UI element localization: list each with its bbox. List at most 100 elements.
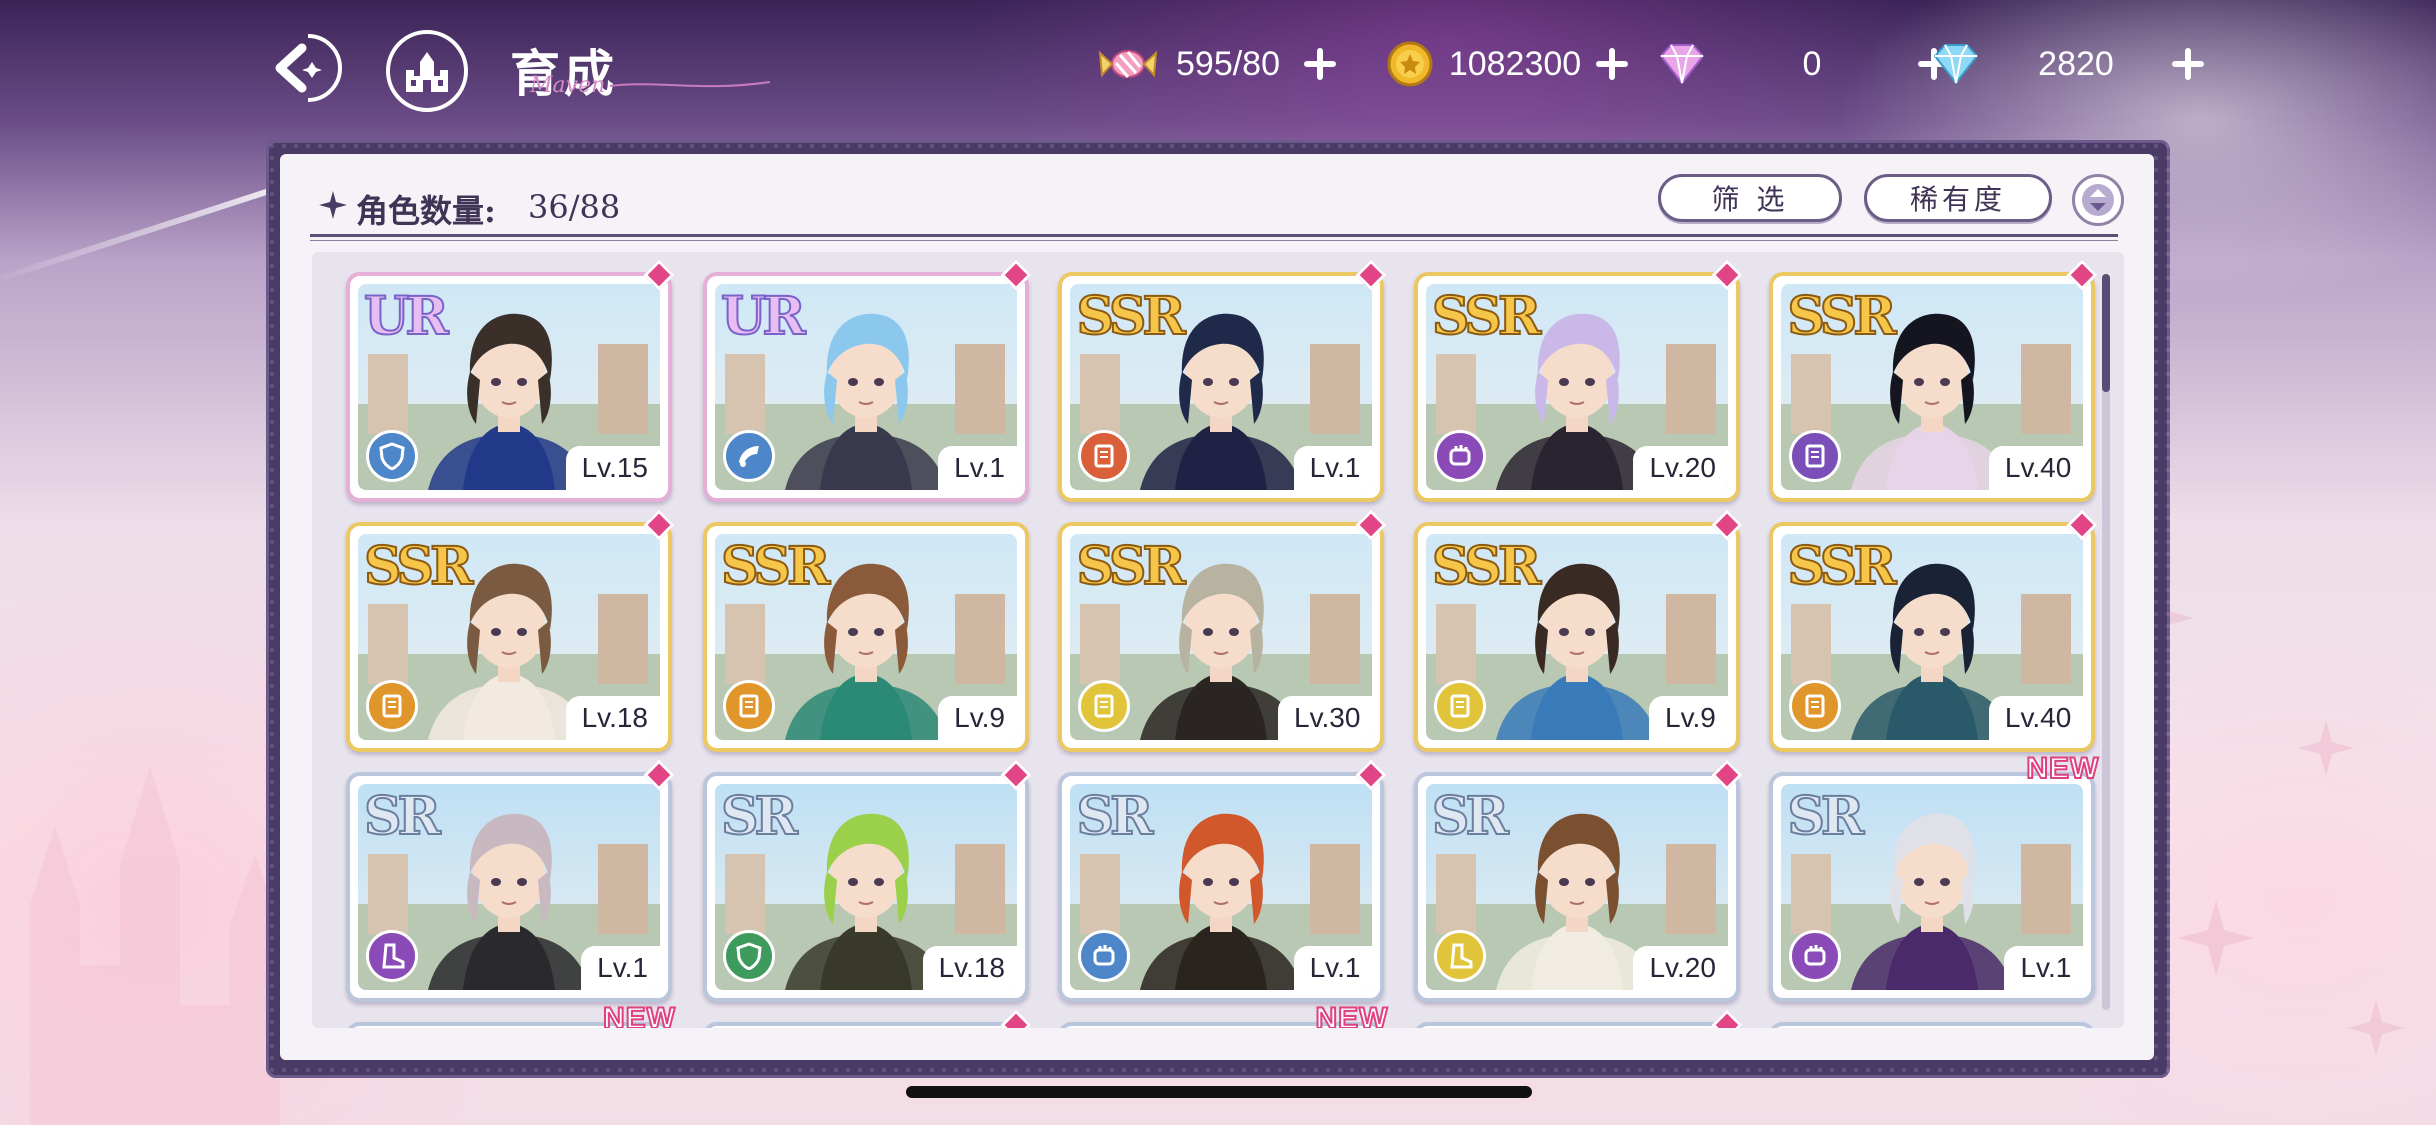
character-card[interactable]: SR Lv.1	[1058, 759, 1387, 1002]
rarity-label: SSR	[1075, 285, 1186, 348]
rarity-label: SR	[363, 785, 442, 848]
fist-type-icon	[1789, 930, 1842, 982]
character-card-partial[interactable]	[703, 1009, 1032, 1028]
resource-value: 1082300	[1448, 44, 1582, 83]
plus-icon	[1596, 48, 1628, 80]
rarity-label: UR	[720, 285, 807, 348]
new-badge: NEW	[602, 1001, 676, 1028]
level-label: Lv.1	[2004, 946, 2084, 990]
home-button[interactable]	[386, 30, 468, 112]
add-blue-gem-button[interactable]	[2166, 42, 2210, 86]
plus-icon	[2172, 48, 2204, 80]
level-label: Lv.20	[1633, 946, 1728, 990]
svg-text:Maven: Maven	[529, 73, 605, 98]
character-count-label: 角色数量:	[356, 192, 496, 230]
character-card[interactable]: SSR Lv.18	[346, 509, 675, 752]
character-card[interactable]: SR Lv.18	[703, 759, 1032, 1002]
rarity-label: SR	[1431, 785, 1510, 848]
scrollbar-thumb[interactable]	[2102, 274, 2110, 392]
rarity-label: SSR	[1786, 535, 1897, 598]
book-type-icon	[723, 680, 775, 732]
level-label: Lv.18	[922, 946, 1017, 990]
rarity-label: SSR	[1431, 535, 1542, 598]
boot-type-icon	[1433, 930, 1486, 982]
sort-rarity-button[interactable]: 稀有度	[1864, 174, 2052, 222]
character-card[interactable]: SR Lv.1	[346, 759, 675, 1002]
character-card[interactable]: SSR Lv.9	[703, 522, 1029, 752]
character-card[interactable]: SSR Lv.9	[1413, 509, 1743, 752]
add-candy-button[interactable]	[1298, 42, 1342, 86]
level-label: Lv.9	[1649, 696, 1728, 740]
rarity-label: UR	[363, 285, 450, 348]
star-icon	[319, 191, 347, 219]
character-card[interactable]: SSR Lv.20	[1413, 259, 1743, 502]
shield-type-icon	[723, 930, 775, 982]
character-card[interactable]: SR Lv.1 NEW	[1769, 751, 2099, 1002]
rarity-label: SSR	[363, 535, 474, 598]
character-card-partial[interactable]	[1769, 1022, 2096, 1028]
castle-silhouette	[30, 765, 280, 1125]
book-type-icon	[1433, 680, 1486, 732]
character-card[interactable]: SSR Lv.30	[1058, 509, 1387, 752]
rarity-label: SSR	[1075, 535, 1186, 598]
sort-order-button[interactable]	[2072, 174, 2124, 226]
new-badge: NEW	[1314, 1001, 1389, 1028]
book-type-icon	[1789, 680, 1842, 732]
gem-marker-icon	[1000, 1009, 1032, 1028]
level-label: Lv.1	[581, 946, 660, 990]
boot-type-icon	[366, 930, 418, 982]
resource-blue-gem: 2820	[1926, 36, 2210, 92]
level-label: Lv.40	[1988, 696, 2084, 740]
divider	[310, 234, 2118, 237]
level-label: Lv.1	[938, 446, 1017, 490]
divider-thin	[310, 240, 2118, 241]
character-count-value: 36/88	[528, 188, 621, 226]
shield-type-icon	[366, 430, 418, 482]
book-type-icon	[1789, 430, 1842, 482]
back-arrow-icon	[275, 34, 342, 102]
pink-gem-icon	[1652, 36, 1712, 92]
character-card[interactable]: SSR Lv.40	[1769, 259, 2098, 502]
level-label: Lv.1	[1293, 446, 1373, 490]
character-card[interactable]: SR Lv.20	[1413, 759, 1743, 1002]
resource-pink-gem: 0	[1652, 36, 1956, 92]
sort-order-icon	[2082, 184, 2114, 216]
horn-type-icon	[723, 430, 775, 482]
rarity-label: SSR	[1431, 285, 1542, 348]
character-card-partial[interactable]	[1413, 1009, 1743, 1028]
castle-icon	[406, 52, 448, 92]
character-card[interactable]: SSR Lv.1	[1058, 259, 1387, 502]
back-button[interactable]	[262, 32, 348, 104]
character-grid[interactable]: UR Lv.15 UR Lv.1 SSR Lv.1 SSR Lv.20 SSR Lv.40 SSR L…	[312, 252, 2124, 1028]
rarity-label: SR	[1786, 785, 1865, 848]
add-gold-button[interactable]	[1590, 42, 1634, 86]
book-type-icon	[366, 680, 418, 732]
level-label: Lv.9	[938, 696, 1017, 740]
resource-gold: 1082300	[1380, 36, 1634, 92]
level-label: Lv.40	[1988, 446, 2084, 490]
resource-candy: 595/80	[1098, 36, 1342, 92]
level-label: Lv.18	[565, 696, 660, 740]
fist-type-icon	[1433, 430, 1486, 482]
character-card[interactable]: SSR Lv.40	[1769, 509, 2098, 752]
title-script-decoration: Maven	[529, 73, 771, 98]
coin-icon	[1380, 36, 1440, 92]
character-card[interactable]: UR Lv.15	[346, 259, 675, 502]
resource-value: 595/80	[1176, 44, 1280, 83]
rarity-label: SSR	[1786, 285, 1897, 348]
light-streak	[0, 180, 294, 286]
new-badge: NEW	[2025, 751, 2100, 786]
character-card-partial[interactable]: NEW	[1058, 1001, 1388, 1028]
level-label: Lv.20	[1633, 446, 1728, 490]
rarity-label: SR	[720, 785, 799, 848]
resource-value: 0	[1802, 44, 1822, 83]
character-card[interactable]: UR Lv.1	[703, 259, 1032, 502]
filter-button[interactable]: 筛 选	[1658, 174, 1842, 222]
rarity-label: SSR	[720, 535, 831, 598]
candy-icon	[1098, 36, 1158, 92]
level-label: Lv.30	[1278, 696, 1373, 740]
level-label: Lv.15	[565, 446, 660, 490]
character-card-partial[interactable]: NEW	[346, 1001, 676, 1028]
level-label: Lv.1	[1293, 946, 1373, 990]
home-indicator[interactable]	[906, 1086, 1532, 1098]
